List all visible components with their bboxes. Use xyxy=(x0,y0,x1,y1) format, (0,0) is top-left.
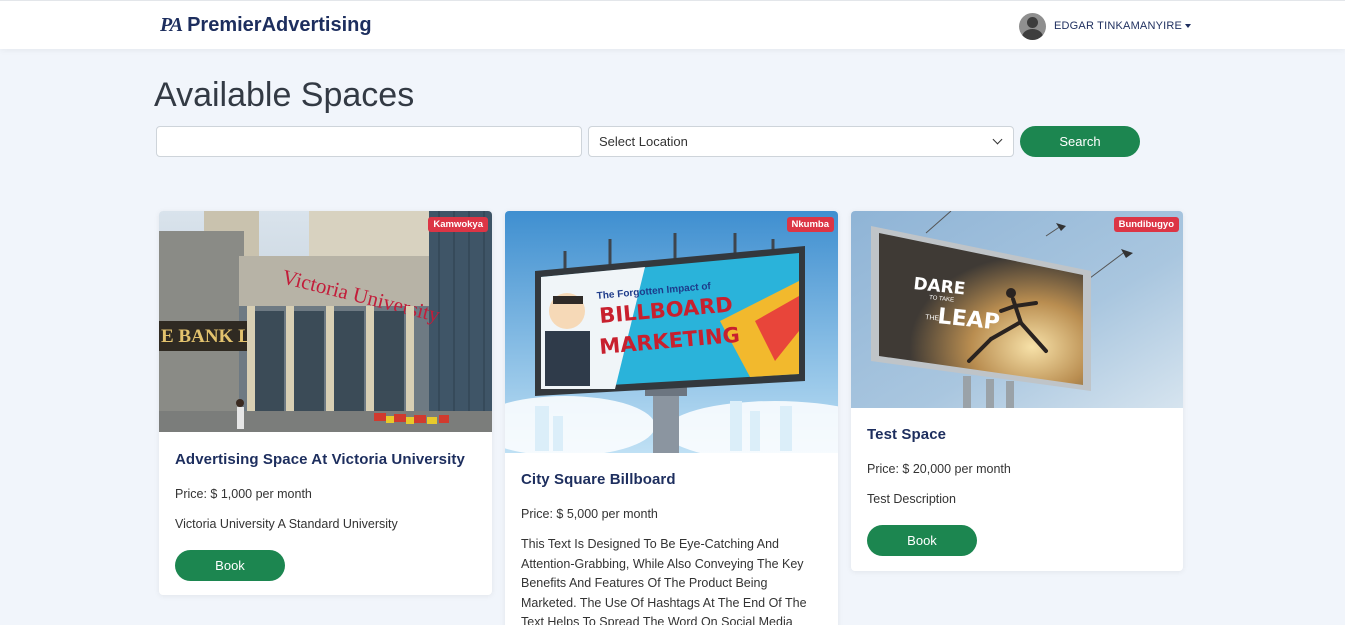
listing-image: DARE TO TAKE THE LEAP Bundibugyo xyxy=(851,211,1183,408)
search-input[interactable] xyxy=(156,126,582,157)
location-select-value: Select Location xyxy=(599,134,688,149)
listing-card: The Forgotten Impact of BILLBOARD MARKET… xyxy=(505,211,838,625)
search-button[interactable]: Search xyxy=(1020,126,1140,157)
brand-name: PremierAdvertising xyxy=(187,13,372,36)
listing-image: E BANK LTD Victoria University Kamwokya xyxy=(159,211,492,432)
card-title: City Square Billboard xyxy=(521,471,676,488)
navbar: PA PremierAdvertising EDGAR TINKAMANYIRE xyxy=(0,0,1345,49)
user-name: EDGAR TINKAMANYIRE xyxy=(1054,20,1183,32)
page-title: Available Spaces xyxy=(154,76,415,114)
chevron-down-icon xyxy=(992,134,1003,145)
location-badge: Nkumba xyxy=(786,217,834,232)
card-body: Test Space Price: $ 20,000 per month Tes… xyxy=(867,426,1167,556)
location-badge: Bundibugyo xyxy=(1113,217,1179,232)
listing-card: DARE TO TAKE THE LEAP Bundibugyo Test Sp… xyxy=(851,211,1183,571)
brand-logo: PA xyxy=(160,13,183,36)
brand-link[interactable]: PA PremierAdvertising xyxy=(160,12,372,38)
book-button[interactable]: Book xyxy=(867,524,977,556)
caret-down-icon xyxy=(1185,24,1192,28)
building-image: E BANK LTD Victoria University xyxy=(159,211,492,432)
card-description: Test Description xyxy=(867,492,956,506)
card-description: Victoria University A Standard Universit… xyxy=(175,517,398,531)
book-button[interactable]: Book xyxy=(175,549,285,581)
location-select[interactable]: Select Location xyxy=(588,126,1014,157)
card-price: Price: $ 5,000 per month xyxy=(521,507,658,521)
card-body: Advertising Space At Victoria University… xyxy=(175,451,476,581)
card-title: Advertising Space At Victoria University xyxy=(175,451,465,468)
listing-image: The Forgotten Impact of BILLBOARD MARKET… xyxy=(505,211,838,453)
card-price: Price: $ 20,000 per month xyxy=(867,462,1011,476)
billboard-image: DARE TO TAKE THE LEAP xyxy=(851,211,1183,408)
billboard-image: The Forgotten Impact of BILLBOARD MARKET… xyxy=(505,211,838,453)
card-description: This Text Is Designed To Be Eye-Catching… xyxy=(521,537,807,625)
listing-card: E BANK LTD Victoria University Kamwokya … xyxy=(159,211,492,595)
location-badge: Kamwokya xyxy=(428,217,488,232)
avatar xyxy=(1019,12,1046,40)
card-price: Price: $ 1,000 per month xyxy=(175,487,312,501)
user-menu[interactable]: EDGAR TINKAMANYIRE xyxy=(1019,12,1192,40)
card-title: Test Space xyxy=(867,426,947,443)
card-body: City Square Billboard Price: $ 5,000 per… xyxy=(521,471,822,625)
